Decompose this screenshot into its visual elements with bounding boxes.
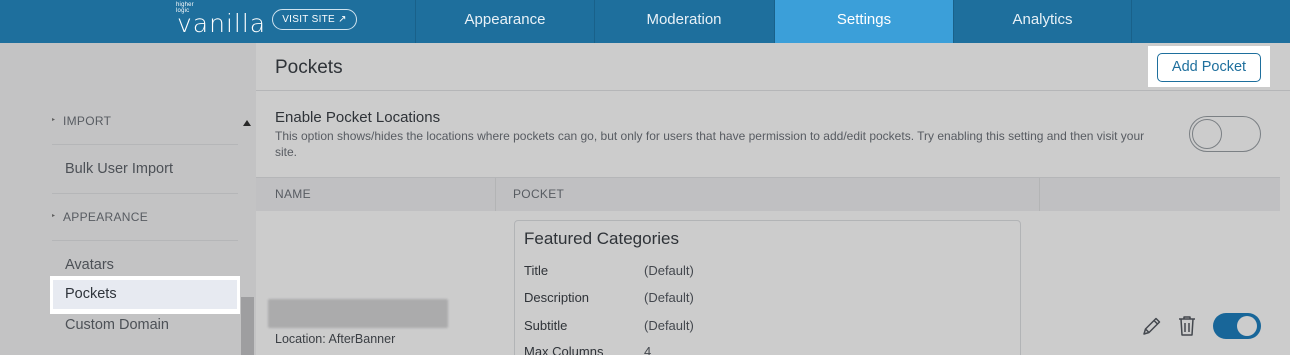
enable-pocket-locations-description: This option shows/hides the locations wh… — [275, 129, 1145, 159]
column-divider — [495, 178, 496, 211]
tab-settings[interactable]: Settings — [774, 0, 953, 43]
caret-icon: ▸ — [52, 213, 56, 219]
sidebar-divider — [52, 144, 238, 145]
sidebar-item-custom-domain[interactable]: Custom Domain — [65, 317, 169, 333]
field-key: Description — [524, 290, 590, 305]
field-value: (Default) — [644, 290, 694, 305]
tab-moderation[interactable]: Moderation — [594, 0, 773, 43]
sidebar-item-pockets[interactable]: Pockets — [53, 280, 237, 309]
pocket-enabled-toggle[interactable] — [1213, 313, 1261, 339]
pocket-location: Location: AfterBanner — [275, 332, 395, 346]
field-key: Max Columns — [524, 344, 604, 355]
location-label: Location: — [275, 332, 326, 346]
sidebar-section-import[interactable]: IMPORT — [63, 114, 111, 128]
column-header-name: NAME — [275, 187, 311, 201]
enable-pocket-locations-toggle[interactable] — [1189, 116, 1261, 152]
top-nav-bar: higher logic vanilla VISIT SITE ↗ Appear… — [0, 0, 1290, 43]
caret-icon: ▸ — [52, 117, 56, 123]
sidebar-section-appearance[interactable]: APPEARANCE — [63, 210, 148, 224]
field-key: Title — [524, 263, 549, 278]
field-key: Subtitle — [524, 318, 568, 333]
tab-appearance[interactable]: Appearance — [415, 0, 594, 43]
sidebar-item-avatars[interactable]: Avatars — [65, 257, 114, 273]
trash-icon[interactable] — [1176, 314, 1198, 338]
pocket-card-title: Featured Categories — [524, 229, 679, 248]
sidebar-scroll-thumb[interactable] — [241, 297, 254, 355]
pencil-icon[interactable] — [1141, 315, 1163, 337]
sidebar-divider — [52, 240, 238, 241]
pocket-name-redacted — [268, 299, 448, 328]
sidebar-item-pockets-highlight: Pockets — [50, 276, 240, 314]
page-title: Pockets — [275, 57, 343, 78]
field-value: (Default) — [644, 318, 694, 333]
sidebar-divider — [52, 193, 238, 194]
field-value: 4 — [644, 344, 652, 355]
add-pocket-highlight: Add Pocket — [1148, 46, 1270, 87]
toggle-knob — [1192, 119, 1222, 149]
logo-wordmark: vanilla — [177, 9, 267, 38]
sidebar-item-bulk-user-import[interactable]: Bulk User Import — [65, 161, 173, 177]
add-pocket-button[interactable]: Add Pocket — [1157, 53, 1261, 82]
field-value: (Default) — [644, 263, 694, 278]
tab-analytics[interactable]: Analytics — [953, 0, 1132, 43]
location-value: AfterBanner — [328, 332, 396, 346]
toggle-knob — [1237, 316, 1257, 336]
column-divider — [1039, 178, 1040, 211]
scroll-up-arrow-icon[interactable] — [243, 120, 251, 126]
column-header-pocket: POCKET — [513, 187, 565, 201]
enable-pocket-locations-title: Enable Pocket Locations — [275, 109, 441, 126]
visit-site-button[interactable]: VISIT SITE ↗ — [272, 9, 357, 30]
table-header: NAME POCKET — [256, 177, 1280, 211]
header-divider — [256, 90, 1290, 91]
